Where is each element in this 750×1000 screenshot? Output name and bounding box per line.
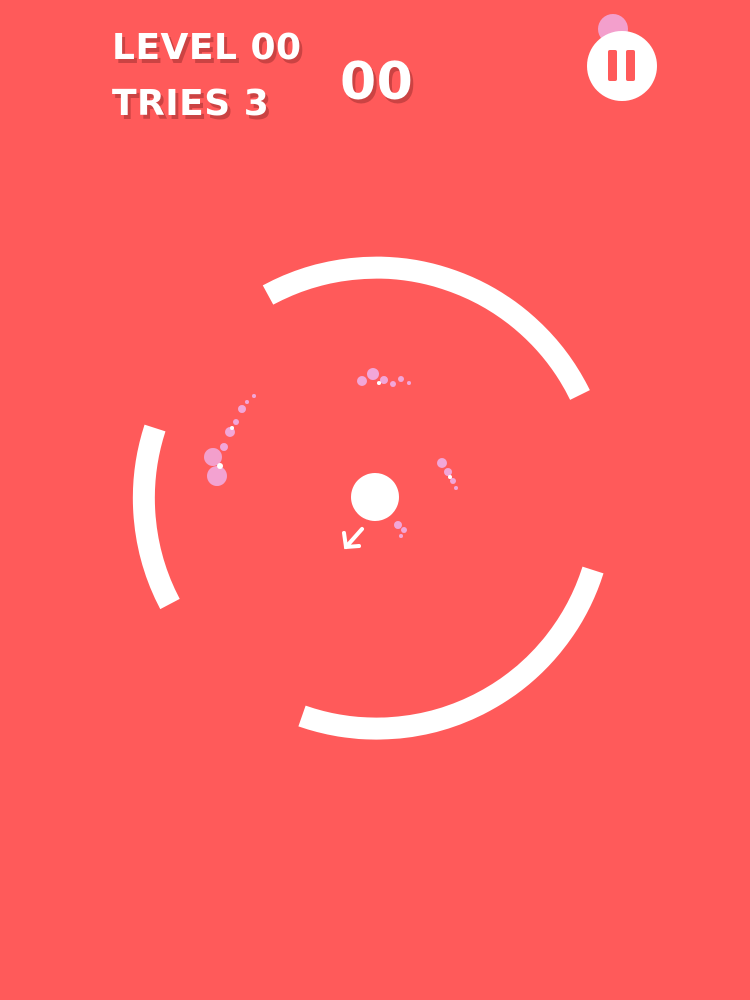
game-screen[interactable]: LEVEL 00 TRIES 3 00 <box>0 0 750 1000</box>
ring-arc-left <box>132 424 180 610</box>
aim-arrow-icon <box>342 527 364 550</box>
particle-trail-center <box>394 521 407 538</box>
ball[interactable] <box>351 473 399 521</box>
ring-arc-top <box>262 256 590 400</box>
playfield[interactable] <box>0 0 750 1000</box>
ring-arc-right <box>298 566 604 740</box>
particle-trail-right <box>437 458 458 490</box>
particle-trail-left <box>204 394 256 486</box>
particle-trail-top <box>357 368 411 387</box>
